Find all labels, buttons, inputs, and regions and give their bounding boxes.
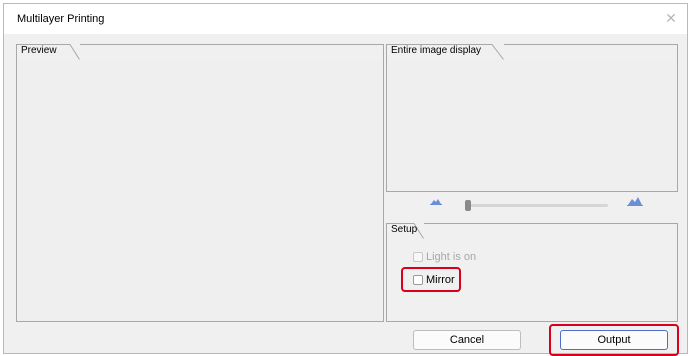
preview-canvas[interactable] — [18, 60, 382, 321]
tab-entire-image-display: Entire image display — [386, 44, 504, 60]
entire-image-tab-label: Entire image display — [391, 45, 482, 56]
output-button-label: Output — [597, 334, 631, 346]
zoom-in-icon[interactable] — [626, 195, 644, 207]
light-is-on-checkbox — [413, 252, 423, 262]
cancel-button[interactable]: Cancel — [413, 330, 521, 350]
light-is-on-checkbox-row: Light is on — [413, 251, 476, 263]
cancel-button-label: Cancel — [449, 334, 485, 346]
output-button[interactable]: Output — [560, 330, 668, 350]
zoom-slider-track[interactable] — [468, 204, 608, 207]
zoom-out-icon[interactable] — [429, 196, 443, 206]
mirror-checkbox[interactable] — [413, 275, 423, 285]
tab-preview: Preview — [16, 44, 80, 60]
tab-setup: Setup — [386, 223, 424, 239]
entire-image-canvas[interactable] — [388, 60, 676, 191]
setup-tab-label: Setup — [391, 224, 418, 235]
close-icon[interactable]: ✕ — [663, 10, 679, 26]
preview-panel: Preview — [16, 44, 384, 322]
mirror-checkbox-row[interactable]: Mirror — [413, 274, 455, 286]
preview-tab-label: Preview — [21, 45, 57, 56]
entire-image-panel: Entire image display — [386, 44, 678, 192]
multilayer-printing-dialog: Multilayer Printing ✕ Preview Entire ima… — [3, 3, 688, 356]
zoom-slider-thumb[interactable] — [465, 200, 471, 211]
title-bar: Multilayer Printing ✕ — [4, 4, 687, 34]
light-is-on-label: Light is on — [426, 251, 477, 263]
window-title: Multilayer Printing — [17, 13, 105, 25]
mirror-label[interactable]: Mirror — [426, 274, 455, 286]
